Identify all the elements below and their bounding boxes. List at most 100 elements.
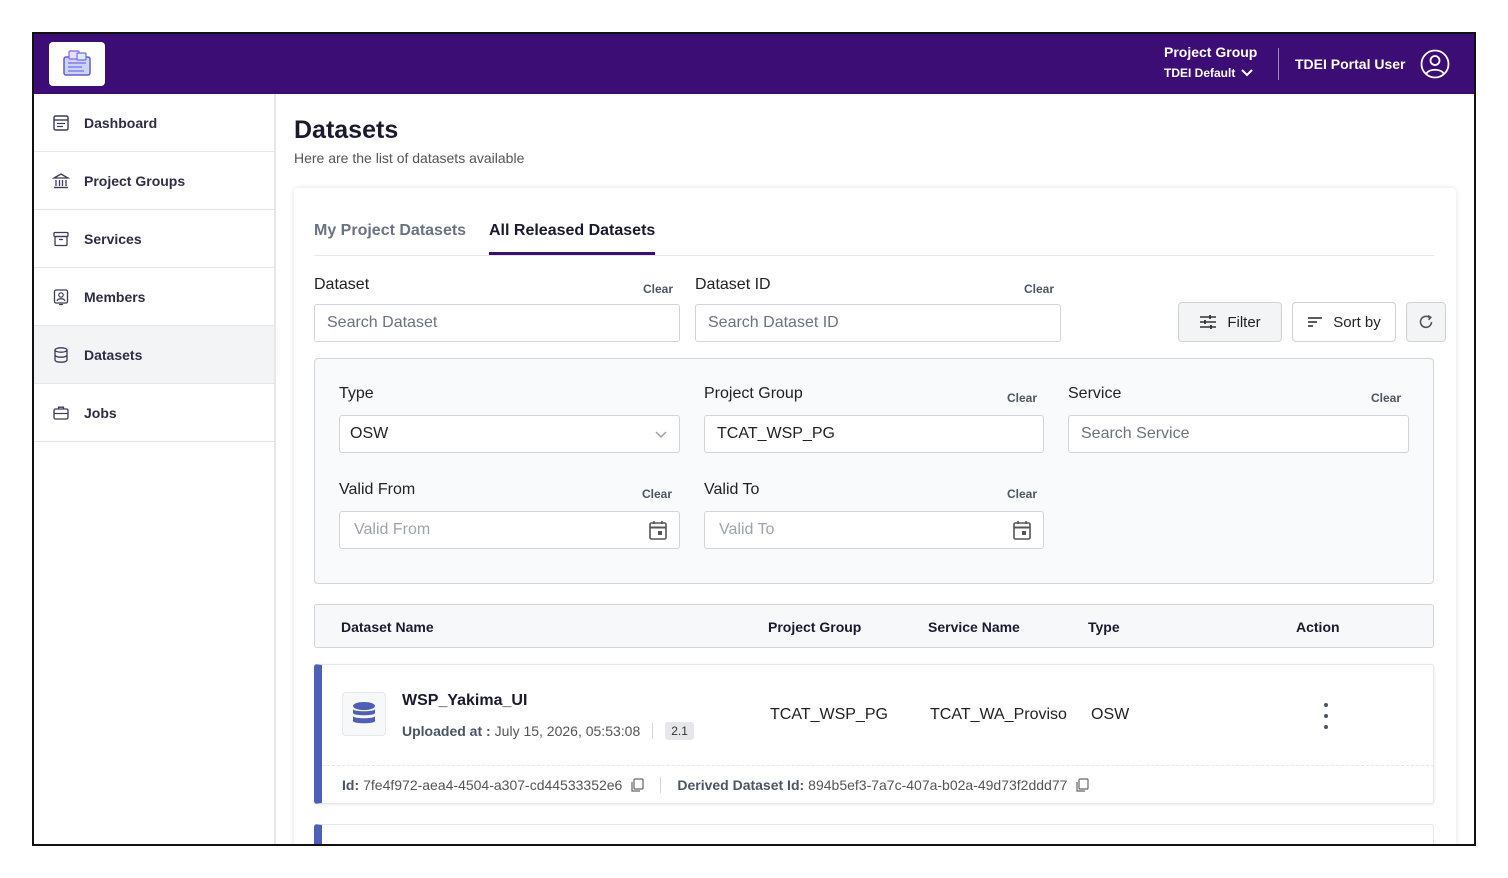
database-icon <box>54 346 68 363</box>
sort-icon <box>1308 317 1323 327</box>
project-group-selector[interactable]: Project Group TDEI Default <box>1164 44 1257 80</box>
sidebar-item-label: Jobs <box>84 404 117 421</box>
project-group-value: TDEI Default <box>1164 66 1236 80</box>
row-divider <box>322 765 1434 766</box>
dataset-id-label: Dataset ID <box>695 276 771 293</box>
database-icon <box>353 702 375 724</box>
valid-to-input[interactable]: Valid To <box>704 511 1044 549</box>
dataset-icon-box <box>342 692 386 736</box>
sidebar-item-label: Dashboard <box>84 114 158 131</box>
sort-by-button[interactable]: Sort by <box>1292 302 1396 342</box>
sidebar-item-label: Members <box>84 288 146 305</box>
derived-id-value: 894b5ef3-7a7c-407a-b02a-49d73f2ddd77 <box>808 777 1068 793</box>
dataset-clear-button[interactable]: Clear <box>643 282 673 296</box>
table-row[interactable] <box>314 824 1434 844</box>
project-group-label: Project Group <box>1164 44 1258 60</box>
valid-from-input[interactable]: Valid From <box>339 511 680 549</box>
sidebar-item-project-groups[interactable]: Project Groups <box>34 152 274 210</box>
filter-project-group-label: Project Group <box>704 385 803 402</box>
top-bar: Project Group TDEI Default TDEI Portal U… <box>34 34 1474 94</box>
column-header-dataset-name: Dataset Name <box>341 619 434 635</box>
sidebar-item-label: Project Groups <box>84 172 186 189</box>
filter-panel: Type OSW Project Group Clear TCAT_WSP_PG… <box>314 358 1434 584</box>
valid-from-clear-button[interactable]: Clear <box>642 487 672 501</box>
column-header-project-group: Project Group <box>768 619 862 635</box>
sidebar-item-label: Services <box>84 230 142 247</box>
sort-by-label: Sort by <box>1333 313 1381 331</box>
type-select-value: OSW <box>350 425 389 442</box>
sidebar-item-services[interactable]: Services <box>34 210 274 268</box>
sidebar-item-members[interactable]: Members <box>34 268 274 326</box>
tab-all-released-datasets[interactable]: All Released Datasets <box>489 222 656 255</box>
dataset-search-input[interactable]: Search Dataset <box>314 304 680 342</box>
valid-to-clear-button[interactable]: Clear <box>1007 487 1037 501</box>
user-avatar-icon[interactable] <box>1420 49 1450 79</box>
project-group-clear-button[interactable]: Clear <box>1007 391 1037 405</box>
divider <box>652 723 654 739</box>
valid-to-label: Valid To <box>704 481 760 498</box>
filter-button-label: Filter <box>1227 313 1261 331</box>
page-title: Datasets <box>294 116 399 144</box>
app-logo[interactable] <box>49 42 105 86</box>
column-header-service-name: Service Name <box>928 619 1020 635</box>
sidebar: Dashboard Project Groups Services Member… <box>34 94 276 844</box>
type-cell: OSW <box>1091 706 1130 723</box>
briefcase-icon <box>53 406 69 420</box>
project-group-input[interactable]: TCAT_WSP_PG <box>704 415 1044 453</box>
id-value: 7fe4f972-aea4-4504-a307-cd44533352e6 <box>363 777 623 793</box>
dashboard-icon <box>53 114 69 131</box>
chevron-down-icon <box>1241 69 1254 77</box>
app-window: Project Group TDEI Default TDEI Portal U… <box>32 32 1476 846</box>
version-badge: 2.1 <box>665 722 694 740</box>
divider <box>660 777 662 793</box>
tab-bar: My Project Datasets All Released Dataset… <box>314 188 1434 256</box>
id-label: Id: <box>342 777 360 793</box>
chevron-down-icon <box>655 431 667 439</box>
user-name: TDEI Portal User <box>1295 56 1406 72</box>
row-actions-menu-icon[interactable] <box>1316 703 1336 729</box>
dataset-label: Dataset <box>314 276 370 293</box>
table-row[interactable]: WSP_Yakima_UI Uploaded at : July 15, 202… <box>314 664 1434 804</box>
logo-icon <box>63 50 91 76</box>
row-ids: Id: 7fe4f972-aea4-4504-a307-cd44533352e6… <box>342 777 1090 793</box>
project-group-cell: TCAT_WSP_PG <box>770 706 888 723</box>
derived-id-label: Derived Dataset Id: <box>677 777 805 793</box>
dataset-name[interactable]: WSP_Yakima_UI <box>402 692 527 710</box>
type-label: Type <box>339 385 374 402</box>
service-label: Service <box>1068 385 1122 402</box>
main-content: Datasets Here are the list of datasets a… <box>276 94 1474 844</box>
sidebar-item-dashboard[interactable]: Dashboard <box>34 94 274 152</box>
uploaded-at-value: July 15, 2026, 05:53:08 <box>494 723 641 739</box>
dataset-id-search-input[interactable]: Search Dataset ID <box>695 304 1061 342</box>
column-header-type: Type <box>1088 619 1120 635</box>
valid-from-placeholder: Valid From <box>354 521 431 538</box>
valid-from-label: Valid From <box>339 481 416 498</box>
header-divider <box>1278 48 1279 80</box>
refresh-button[interactable] <box>1406 302 1446 342</box>
copy-icon[interactable] <box>630 778 644 792</box>
service-clear-button[interactable]: Clear <box>1371 391 1401 405</box>
sidebar-item-jobs[interactable]: Jobs <box>34 384 274 442</box>
calendar-icon[interactable] <box>1013 520 1031 540</box>
filter-button[interactable]: Filter <box>1178 302 1282 342</box>
bank-icon <box>52 172 70 188</box>
service-search-input[interactable]: Search Service <box>1068 415 1409 453</box>
member-badge-icon <box>53 288 69 305</box>
refresh-icon <box>1419 314 1433 329</box>
column-header-action: Action <box>1296 619 1340 635</box>
sidebar-item-label: Datasets <box>84 346 143 363</box>
dataset-id-clear-button[interactable]: Clear <box>1024 282 1054 296</box>
table-header: Dataset Name Project Group Service Name … <box>314 604 1434 648</box>
datasets-card: My Project Datasets All Released Dataset… <box>294 188 1456 844</box>
archive-icon <box>53 231 69 246</box>
valid-to-placeholder: Valid To <box>719 521 775 538</box>
calendar-icon[interactable] <box>649 520 667 540</box>
upload-info: Uploaded at : July 15, 2026, 05:53:08 2.… <box>402 722 694 740</box>
tab-my-project-datasets[interactable]: My Project Datasets <box>314 222 466 240</box>
service-name-cell: TCAT_WA_Proviso <box>930 706 1067 723</box>
sidebar-item-datasets[interactable]: Datasets <box>34 326 274 384</box>
copy-icon[interactable] <box>1075 778 1090 792</box>
sliders-icon <box>1200 315 1217 329</box>
type-select[interactable]: OSW <box>339 415 680 453</box>
page-subtitle: Here are the list of datasets available <box>294 150 525 166</box>
